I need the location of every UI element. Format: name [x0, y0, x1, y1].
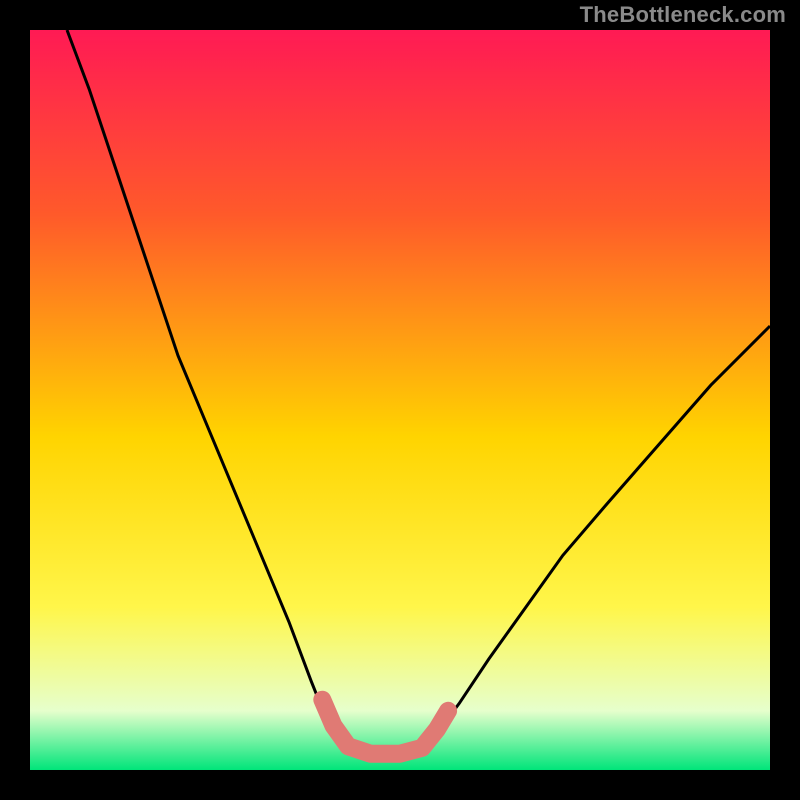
chart-frame: { "watermark": "TheBottleneck.com", "cha…	[0, 0, 800, 800]
gradient-background	[30, 30, 770, 770]
watermark-text: TheBottleneck.com	[580, 2, 786, 28]
bottleneck-chart	[0, 0, 800, 800]
